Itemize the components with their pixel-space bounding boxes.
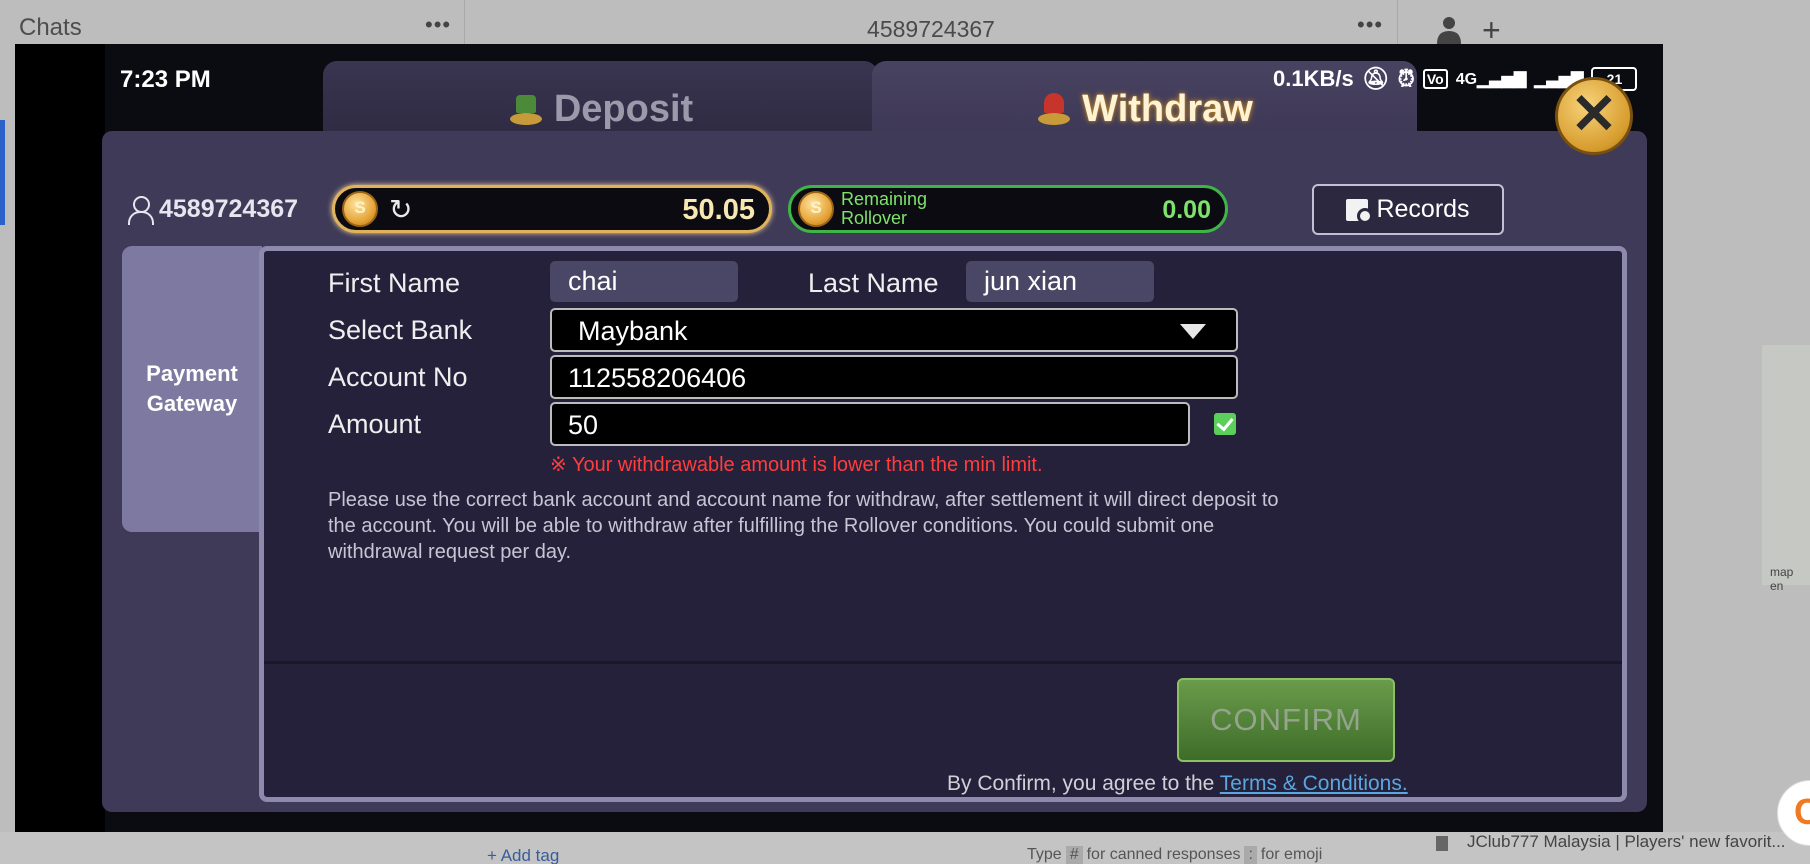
balance-value: 50.05 — [682, 194, 755, 226]
form-divider — [264, 661, 1622, 664]
payment-gateway-label: Payment Gateway — [146, 361, 238, 416]
withdraw-panel: 4589724367 ↻ 50.05 RemainingRollover 0.0… — [102, 131, 1647, 812]
last-name-field[interactable]: jun xian — [966, 261, 1154, 302]
conversation-menu-icon[interactable]: ••• — [1357, 12, 1383, 38]
refresh-icon[interactable]: ↻ — [389, 196, 417, 224]
terms-line: By Confirm, you agree to the Terms & Con… — [947, 772, 1408, 796]
chevron-down-icon — [1180, 324, 1206, 339]
bell-muted-icon: 🔕︎ — [1361, 66, 1390, 91]
terms-link[interactable]: Terms & Conditions. — [1220, 772, 1408, 795]
select-bank-label: Select Bank — [328, 315, 473, 345]
tab-deposit-label: Deposit — [553, 87, 694, 130]
rollover-label: Remaining Rollover — [841, 189, 928, 228]
bank-select-value: Maybank — [578, 316, 688, 346]
person-icon[interactable] — [1436, 16, 1462, 44]
records-label: Records — [1376, 195, 1470, 223]
amount-label: Amount — [328, 409, 422, 439]
records-button[interactable]: Records — [1312, 184, 1504, 235]
sidebar-item-payment-gateway[interactable]: Payment Gateway — [122, 246, 262, 532]
bank-select[interactable]: Maybank — [550, 308, 1238, 352]
user-id: 4589724367 — [127, 195, 299, 225]
status-time: 7:23 PM — [120, 66, 211, 93]
chats-title: Chats — [19, 14, 82, 41]
user-id-value: 4589724367 — [159, 195, 299, 223]
terms-prefix: By Confirm, you agree to the — [947, 772, 1215, 795]
phone-left-edge — [15, 44, 105, 832]
conversation-title: 4589724367 — [867, 16, 995, 42]
account-no-field[interactable]: 112558206406 — [550, 355, 1238, 399]
add-icon[interactable]: + — [1482, 14, 1501, 46]
selection-accent — [0, 120, 5, 225]
phone-screenshot: Deposit Withdraw 7:23 PM 0.1KB/s 🔕︎ ⏰︎ V… — [15, 44, 1663, 832]
close-icon: ✕ — [1570, 82, 1618, 145]
balance-pill: ↻ 50.05 — [332, 185, 772, 233]
withdraw-form: First Name chai Last Name jun xian Selec… — [259, 246, 1627, 802]
coin-icon — [342, 191, 378, 227]
confirm-button[interactable]: CONFIRM — [1177, 678, 1395, 762]
document-icon — [1436, 836, 1448, 851]
chats-menu-icon[interactable]: ••• — [425, 12, 451, 38]
user-icon — [127, 195, 154, 225]
first-name-label: First Name — [328, 268, 461, 298]
amount-field[interactable]: 50 — [550, 402, 1190, 446]
withdraw-info-text: Please use the correct bank account and … — [328, 489, 1279, 563]
last-name-label: Last Name — [808, 268, 939, 298]
conversation-header: 4589724367 ••• — [465, 0, 1398, 44]
amount-error-message: ※ Your withdrawable amount is lower than… — [550, 454, 1043, 476]
rollover-pill: RemainingRollover 0.00 — [788, 185, 1228, 233]
background-header: Chats ••• 4589724367 ••• — [0, 0, 1810, 44]
deposit-icon — [508, 93, 544, 125]
conversation-snippet[interactable]: JClub777 Malaysia | Players' new favorit… — [1467, 832, 1786, 852]
tab-withdraw-label: Withdraw — [1082, 87, 1253, 130]
chats-column-header: Chats ••• — [0, 0, 465, 44]
records-icon — [1346, 198, 1374, 224]
add-tag-link[interactable]: + Add tag — [487, 846, 559, 864]
check-icon — [1214, 413, 1236, 435]
close-button[interactable]: ✕ — [1555, 77, 1633, 155]
map-label: map en — [1770, 565, 1794, 593]
alarm-icon: ⏰︎ — [1397, 66, 1415, 91]
volte-icon: Vo — [1422, 69, 1448, 89]
coin-icon — [798, 191, 834, 227]
map-thumbnail — [1762, 345, 1810, 585]
signal-4g-icon: 4G▁▃▅▇ — [1455, 71, 1527, 88]
rollover-value: 0.00 — [1162, 196, 1211, 224]
account-no-label: Account No — [328, 362, 468, 392]
first-name-field[interactable]: chai — [550, 261, 738, 302]
withdraw-icon — [1036, 93, 1072, 125]
composer-hint: Type # for canned responses: for emoji — [1027, 846, 1323, 864]
network-speed: 0.1KB/s — [1273, 66, 1354, 91]
